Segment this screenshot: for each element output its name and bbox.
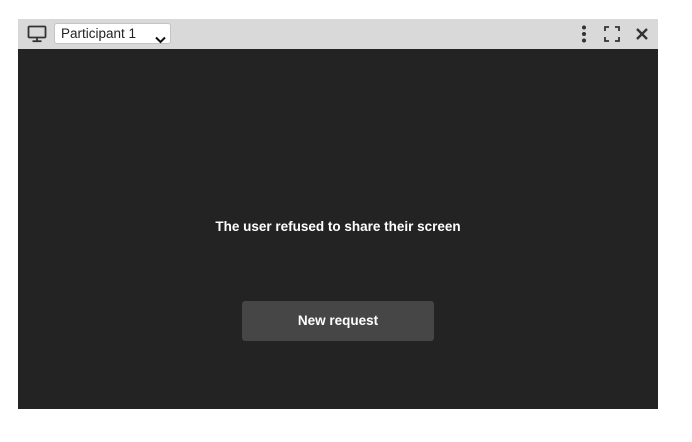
new-request-button[interactable]: New request [242,301,434,341]
monitor-icon [27,25,47,43]
screen-share-refused-message: The user refused to share their screen [215,219,461,234]
participant-select[interactable]: Participant 1 [54,23,171,44]
fullscreen-icon [603,24,621,44]
more-vertical-icon [577,24,591,44]
panel-toolbar: Participant 1 [18,19,658,49]
fullscreen-button[interactable] [603,24,621,44]
close-icon [633,24,651,44]
close-button[interactable] [633,24,651,44]
screen-share-panel: Participant 1 The user refused to share … [18,19,658,409]
more-options-button[interactable] [577,24,591,44]
participant-select-value: Participant 1 [61,26,137,41]
chevron-down-icon [155,30,166,44]
